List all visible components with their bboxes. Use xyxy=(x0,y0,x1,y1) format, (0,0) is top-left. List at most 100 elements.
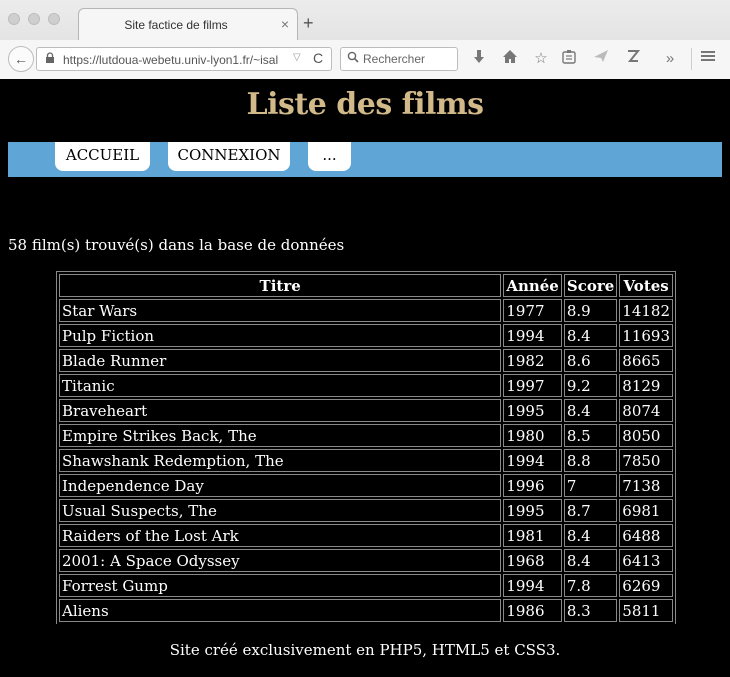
table-row: Titanic 1997 9.2 8129 xyxy=(59,374,673,397)
cell-annee: 1994 xyxy=(503,574,562,597)
hamburger-menu-icon[interactable] xyxy=(698,49,718,69)
url-bar[interactable]: https://lutdoua-webetu.univ-lyon1.fr/~is… xyxy=(36,47,332,71)
cell-score: 8.9 xyxy=(563,299,618,322)
zotero-icon[interactable] xyxy=(623,49,643,69)
table-row: Usual Suspects, The 1995 8.7 6981 xyxy=(59,499,673,522)
table-row: Shawshank Redemption, The 1994 8.8 7850 xyxy=(59,449,673,472)
cell-score: 8.4 xyxy=(563,524,618,547)
url-text: https://lutdoua-webetu.univ-lyon1.fr/~is… xyxy=(63,53,279,67)
cell-titre: Blade Runner xyxy=(59,349,502,372)
cell-annee: 1995 xyxy=(503,399,562,422)
cell-titre: Titanic xyxy=(59,374,502,397)
cell-annee: 1977 xyxy=(503,299,562,322)
header-score[interactable]: Score xyxy=(563,274,618,297)
cell-titre: Pulp Fiction xyxy=(59,324,502,347)
cell-annee: 1994 xyxy=(503,324,562,347)
close-window-button[interactable] xyxy=(8,13,20,25)
nav-more-button[interactable]: ... xyxy=(308,142,351,171)
cell-titre: Raiders of the Lost Ark xyxy=(59,524,502,547)
cell-votes: 8050 xyxy=(619,424,673,447)
cell-score: 8.5 xyxy=(563,424,618,447)
films-table-body: Star Wars 1977 8.9 14182 Pulp Fiction 1994 8.4… xyxy=(59,299,673,622)
cell-titre: Independence Day xyxy=(59,474,502,497)
table-row: Star Wars 1977 8.9 14182 xyxy=(59,299,673,322)
cell-votes: 8074 xyxy=(619,399,673,422)
download-icon[interactable] xyxy=(469,49,489,69)
cell-votes: 8665 xyxy=(619,349,673,372)
nav-accueil-button[interactable]: ACCUEIL xyxy=(55,142,150,171)
cell-score: 8.4 xyxy=(563,549,618,572)
main-nav: ACCUEIL CONNEXION ... xyxy=(8,142,722,177)
page-footer: Site créé exclusivement en PHP5, HTML5 e… xyxy=(169,641,561,659)
cell-titre: Usual Suspects, The xyxy=(59,499,502,522)
cell-votes: 6488 xyxy=(619,524,673,547)
cell-titre: Empire Strikes Back, The xyxy=(59,424,502,447)
cell-annee: 1981 xyxy=(503,524,562,547)
films-table-viewport: Titre Année Score Votes Star Wars 1977 8.9… xyxy=(56,271,676,624)
cell-score: 8.6 xyxy=(563,349,618,372)
header-annee[interactable]: Année xyxy=(503,274,562,297)
cell-score: 8.7 xyxy=(563,499,618,522)
cell-votes: 14182 xyxy=(619,299,673,322)
cell-votes: 6413 xyxy=(619,549,673,572)
table-row: Forrest Gump 1994 7.8 6269 xyxy=(59,574,673,597)
overflow-chevron-icon[interactable]: » xyxy=(660,49,680,69)
search-input[interactable] xyxy=(363,50,455,68)
table-row: Empire Strikes Back, The 1980 8.5 8050 xyxy=(59,424,673,447)
cell-annee: 1980 xyxy=(503,424,562,447)
table-row: Raiders of the Lost Ark 1981 8.4 6488 xyxy=(59,524,673,547)
browser-tab[interactable]: Site factice de films × xyxy=(78,8,298,40)
header-titre[interactable]: Titre xyxy=(59,274,502,297)
table-row: Braveheart 1995 8.4 8074 xyxy=(59,399,673,422)
new-tab-button[interactable]: + xyxy=(303,13,314,34)
cell-votes: 6269 xyxy=(619,574,673,597)
home-icon[interactable] xyxy=(500,49,520,69)
web-page: Liste des films ACCUEIL CONNEXION ... 58… xyxy=(0,79,730,677)
cell-titre: Star Wars xyxy=(59,299,502,322)
bookmark-star-icon[interactable]: ☆ xyxy=(531,49,551,69)
cell-votes: 7850 xyxy=(619,449,673,472)
cell-votes: 11693 xyxy=(619,324,673,347)
cell-titre: Braveheart xyxy=(59,399,502,422)
cell-score: 8.4 xyxy=(563,324,618,347)
table-row: 2001: A Space Odyssey 1968 8.4 6413 xyxy=(59,549,673,572)
tab-close-icon[interactable]: × xyxy=(281,16,289,32)
table-row: Aliens 1986 8.3 5811 xyxy=(59,599,673,622)
table-row: Independence Day 1996 7 7138 xyxy=(59,474,673,497)
tab-title: Site factice de films xyxy=(124,18,228,32)
nav-connexion-button[interactable]: CONNEXION xyxy=(168,142,290,171)
cell-votes: 7138 xyxy=(619,474,673,497)
result-count: 58 film(s) trouvé(s) dans la base de don… xyxy=(8,236,345,254)
url-dropdown-icon[interactable]: ▽ xyxy=(293,52,301,63)
cell-score: 8.8 xyxy=(563,449,618,472)
cell-annee: 1982 xyxy=(503,349,562,372)
search-bar[interactable] xyxy=(340,47,458,71)
films-table: Titre Année Score Votes Star Wars 1977 8.9… xyxy=(56,271,676,624)
reading-list-icon[interactable] xyxy=(559,49,579,69)
minimize-window-button[interactable] xyxy=(28,13,40,25)
zoom-window-button[interactable] xyxy=(48,13,60,25)
browser-chrome: Site factice de films × + ← https://lutd… xyxy=(0,0,730,79)
search-icon xyxy=(347,51,359,66)
cell-titre: Shawshank Redemption, The xyxy=(59,449,502,472)
cell-annee: 1986 xyxy=(503,599,562,622)
cell-score: 9.2 xyxy=(563,374,618,397)
table-header-row: Titre Année Score Votes xyxy=(59,274,673,297)
cell-score: 8.3 xyxy=(563,599,618,622)
reload-button[interactable]: C xyxy=(313,50,323,66)
browser-toolbar: ← https://lutdoua-webetu.univ-lyon1.fr/~… xyxy=(0,40,730,79)
send-icon[interactable] xyxy=(591,49,611,69)
cell-annee: 1994 xyxy=(503,449,562,472)
back-button[interactable]: ← xyxy=(8,46,34,72)
header-votes[interactable]: Votes xyxy=(619,274,673,297)
cell-annee: 1997 xyxy=(503,374,562,397)
cell-annee: 1995 xyxy=(503,499,562,522)
cell-titre: Forrest Gump xyxy=(59,574,502,597)
cell-annee: 1968 xyxy=(503,549,562,572)
cell-votes: 5811 xyxy=(619,599,673,622)
table-row: Pulp Fiction 1994 8.4 11693 xyxy=(59,324,673,347)
lock-icon xyxy=(45,52,55,67)
toolbar-divider xyxy=(691,48,692,70)
cell-score: 7 xyxy=(563,474,618,497)
cell-score: 8.4 xyxy=(563,399,618,422)
